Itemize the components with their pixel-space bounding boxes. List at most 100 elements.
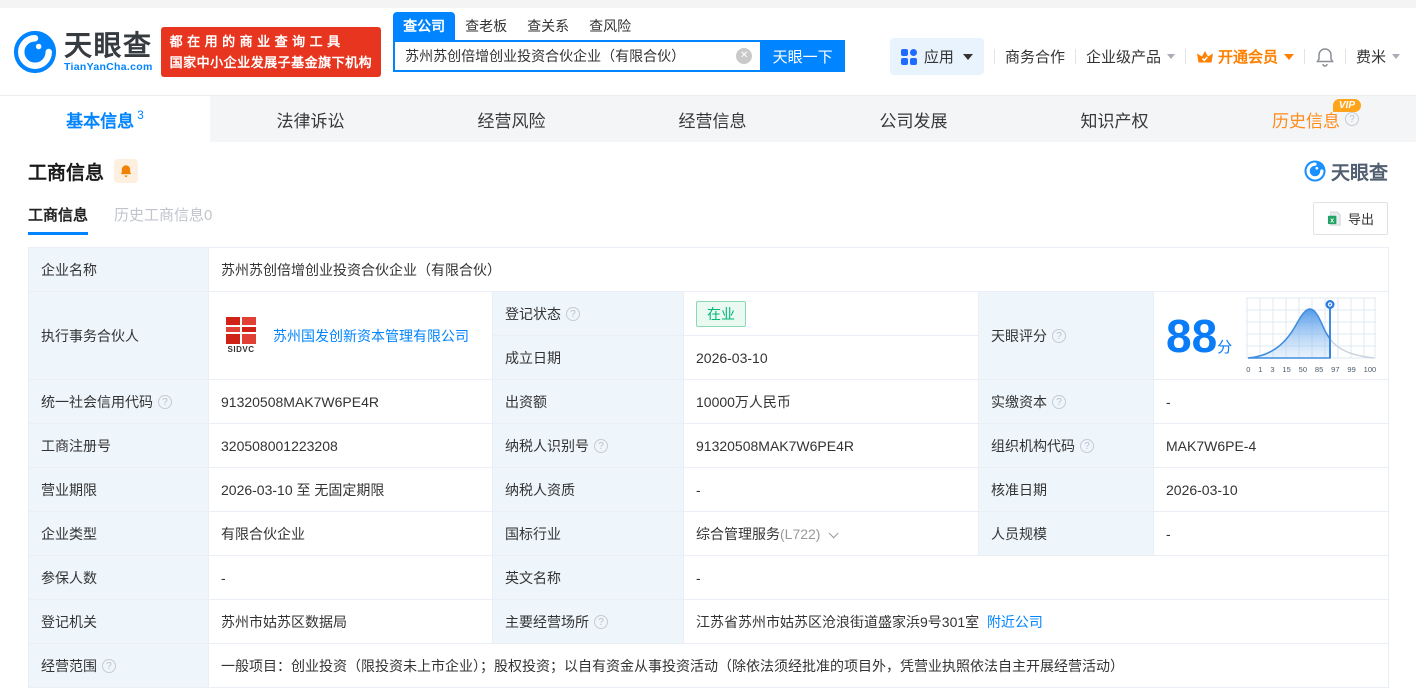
vip-badge: VIP xyxy=(1332,99,1361,112)
tab-legal[interactable]: 法律诉讼 xyxy=(210,96,411,142)
registration-authority: 苏州市姑苏区数据局 xyxy=(208,599,493,644)
notification-bell-icon[interactable] xyxy=(1315,47,1335,67)
search-button[interactable]: 天眼一下 xyxy=(760,40,846,72)
table-row: 营业期限 2026-03-10 至 无固定期限 纳税人资质 - 核准日期 202… xyxy=(28,467,1390,512)
field-label: 纳税人识别号? xyxy=(492,423,684,468)
tab-operation-info[interactable]: 经营信息 xyxy=(612,96,813,142)
company-type: 有限合伙企业 xyxy=(208,511,493,556)
registration-status: 在业 xyxy=(683,291,979,336)
partner-link[interactable]: 苏州国发创新资本管理有限公司 xyxy=(273,326,469,346)
user-menu[interactable]: 费米 xyxy=(1356,46,1400,67)
tab-history-info[interactable]: 历史信息? VIP xyxy=(1215,96,1416,142)
field-label: 主要经营场所? xyxy=(492,599,684,644)
clear-search-icon[interactable]: ✕ xyxy=(736,48,753,64)
apps-grid-icon xyxy=(900,48,917,65)
main-nav: 基本信息 3 法律诉讼 经营风险 经营信息 公司发展 知识产权 历史信息? VIP xyxy=(0,95,1416,142)
field-label: 组织机构代码? xyxy=(978,423,1154,468)
field-label: 成立日期 xyxy=(492,335,684,380)
registration-number: 320508001223208 xyxy=(208,423,493,468)
export-button[interactable]: x 导出 xyxy=(1312,202,1388,235)
subscribe-bell-icon[interactable] xyxy=(114,159,139,183)
capital: 10000万人民币 xyxy=(683,379,979,424)
taxpayer-quality: - xyxy=(683,467,979,512)
staff-size: - xyxy=(1152,511,1390,556)
score-axis-ticks: 0 1 3 15 50 85 97 99 100 xyxy=(1246,365,1377,374)
credit-code: 91320508MAK7W6PE4R xyxy=(208,379,493,424)
crown-icon xyxy=(1196,50,1213,62)
insured-count: - xyxy=(208,555,493,600)
business-term: 2026-03-10 至 无固定期限 xyxy=(208,467,493,512)
established-date: 2026-03-10 xyxy=(683,335,979,380)
chevron-down-icon xyxy=(829,527,840,538)
table-row: 企业类型 有限合伙企业 国标行业 综合管理服务(L722) 人员规模 - xyxy=(28,511,1390,556)
svg-text:x: x xyxy=(1330,217,1334,224)
tab-intellectual-property[interactable]: 知识产权 xyxy=(1014,96,1215,142)
company-info-table: 企业名称 苏州苏创倍增创业投资合伙企业（有限合伙） 执行事务合伙人 SIDVC … xyxy=(28,247,1390,688)
excel-icon: x xyxy=(1327,211,1341,226)
approval-date: 2026-03-10 xyxy=(1152,467,1390,512)
menu-enterprise[interactable]: 企业级产品 xyxy=(1086,46,1175,67)
field-label: 实缴资本? xyxy=(978,379,1154,424)
promo-banner: 都在用的商业查询工具 国家中小企业发展子基金旗下机构 xyxy=(160,26,382,77)
field-label: 登记状态? xyxy=(492,291,684,336)
tab-basic-info[interactable]: 基本信息 3 xyxy=(0,96,210,142)
field-label: 出资额 xyxy=(492,379,684,424)
subtab-business-info[interactable]: 工商信息 xyxy=(28,204,89,235)
apps-menu[interactable]: 应用 xyxy=(889,38,984,75)
field-label: 天眼评分? xyxy=(978,291,1154,380)
field-label: 核准日期 xyxy=(978,467,1154,512)
table-row: 统一社会信用代码? 91320508MAK7W6PE4R 出资额 10000万人… xyxy=(28,379,1390,424)
tab-company-development[interactable]: 公司发展 xyxy=(813,96,1014,142)
brand-domain: TianYanCha.com xyxy=(64,60,153,73)
site-header: 天眼查 TianYanCha.com 都在用的商业查询工具 国家中小企业发展子基… xyxy=(0,8,1416,95)
taxpayer-id: 91320508MAK7W6PE4R xyxy=(683,423,979,468)
search-tab-boss[interactable]: 查老板 xyxy=(455,12,517,40)
tab-operation-risk[interactable]: 经营风险 xyxy=(411,96,612,142)
tianyancha-watermark: 天眼查 xyxy=(1304,158,1388,185)
executive-partner: SIDVC 苏州国发创新资本管理有限公司 xyxy=(208,291,493,380)
search-tab-relation[interactable]: 查关系 xyxy=(517,12,579,40)
tianyan-score[interactable]: 88分 0 1 3 15 50 85 97 99 100 xyxy=(1152,291,1390,380)
status-badge: 在业 xyxy=(696,300,746,327)
nearby-companies-link[interactable]: 附近公司 xyxy=(987,614,1043,630)
field-label: 英文名称 xyxy=(492,555,684,600)
section-title: 工商信息 xyxy=(28,162,105,184)
table-row: 工商注册号 320508001223208 纳税人识别号? 91320508MA… xyxy=(28,423,1390,468)
field-label: 登记机关 xyxy=(28,599,209,644)
field-label: 营业期限 xyxy=(28,467,209,512)
subtabs: 工商信息 历史工商信息0 x 导出 xyxy=(28,202,1388,235)
field-label: 企业类型 xyxy=(28,511,209,556)
business-info-section: 工商信息 天眼查 工商信息 历史工商信息0 x 导出 企业名称 苏州苏创倍增创业… xyxy=(0,157,1416,688)
score-distribution-chart: 0 1 3 15 50 85 97 99 100 xyxy=(1246,297,1377,374)
field-label: 经营范围? xyxy=(28,643,209,688)
table-row: 参保人数 - 英文名称 - xyxy=(28,555,1390,600)
table-row: 企业名称 苏州苏创倍增创业投资合伙企业（有限合伙） xyxy=(28,247,1390,292)
company-name: 苏州苏创倍增创业投资合伙企业（有限合伙） xyxy=(207,247,1390,292)
menu-cooperation[interactable]: 商务合作 xyxy=(1005,46,1065,67)
field-label: 人员规模 xyxy=(978,511,1154,556)
field-label: 企业名称 xyxy=(28,247,209,292)
business-address: 江苏省苏州市姑苏区沧浪街道盛家浜9号301室 附近公司 xyxy=(682,599,1390,644)
partner-logo[interactable]: SIDVC xyxy=(221,317,261,354)
field-label: 纳税人资质 xyxy=(492,467,684,512)
table-row: 经营范围? 一般项目：创业投资（限投资未上市企业）；股权投资；以自有资金从事投资… xyxy=(28,643,1390,688)
page-top-strip xyxy=(0,0,1416,8)
field-label: 执行事务合伙人 xyxy=(28,291,209,380)
english-name: - xyxy=(682,555,1390,600)
field-label: 国标行业 xyxy=(492,511,684,556)
paid-capital: - xyxy=(1152,379,1390,424)
header-menu: 应用 商务合作 企业级产品 开通会员 费米 xyxy=(889,38,1400,75)
subtab-history-business-info[interactable]: 历史工商信息0 xyxy=(114,204,212,235)
tianyancha-logo[interactable]: 天眼查 TianYanCha.com xyxy=(13,30,153,74)
field-label: 工商注册号 xyxy=(28,423,209,468)
brand-name: 天眼查 xyxy=(64,29,153,61)
industry[interactable]: 综合管理服务(L722) xyxy=(683,511,979,556)
search-tab-risk[interactable]: 查风险 xyxy=(579,12,641,40)
menu-vip[interactable]: 开通会员 xyxy=(1196,46,1294,67)
search-tab-company[interactable]: 查公司 xyxy=(393,12,456,40)
field-label: 参保人数 xyxy=(28,555,209,600)
tianyancha-eye-icon xyxy=(13,30,57,73)
table-row: 登记机关 苏州市姑苏区数据局 主要经营场所? 江苏省苏州市姑苏区沧浪街道盛家浜9… xyxy=(28,599,1390,644)
business-scope: 一般项目：创业投资（限投资未上市企业）；股权投资；以自有资金从事投资活动（除依法… xyxy=(207,643,1390,688)
search-input[interactable]: 苏州苏创倍增创业投资合伙企业（有限合伙） ✕ xyxy=(393,40,761,72)
